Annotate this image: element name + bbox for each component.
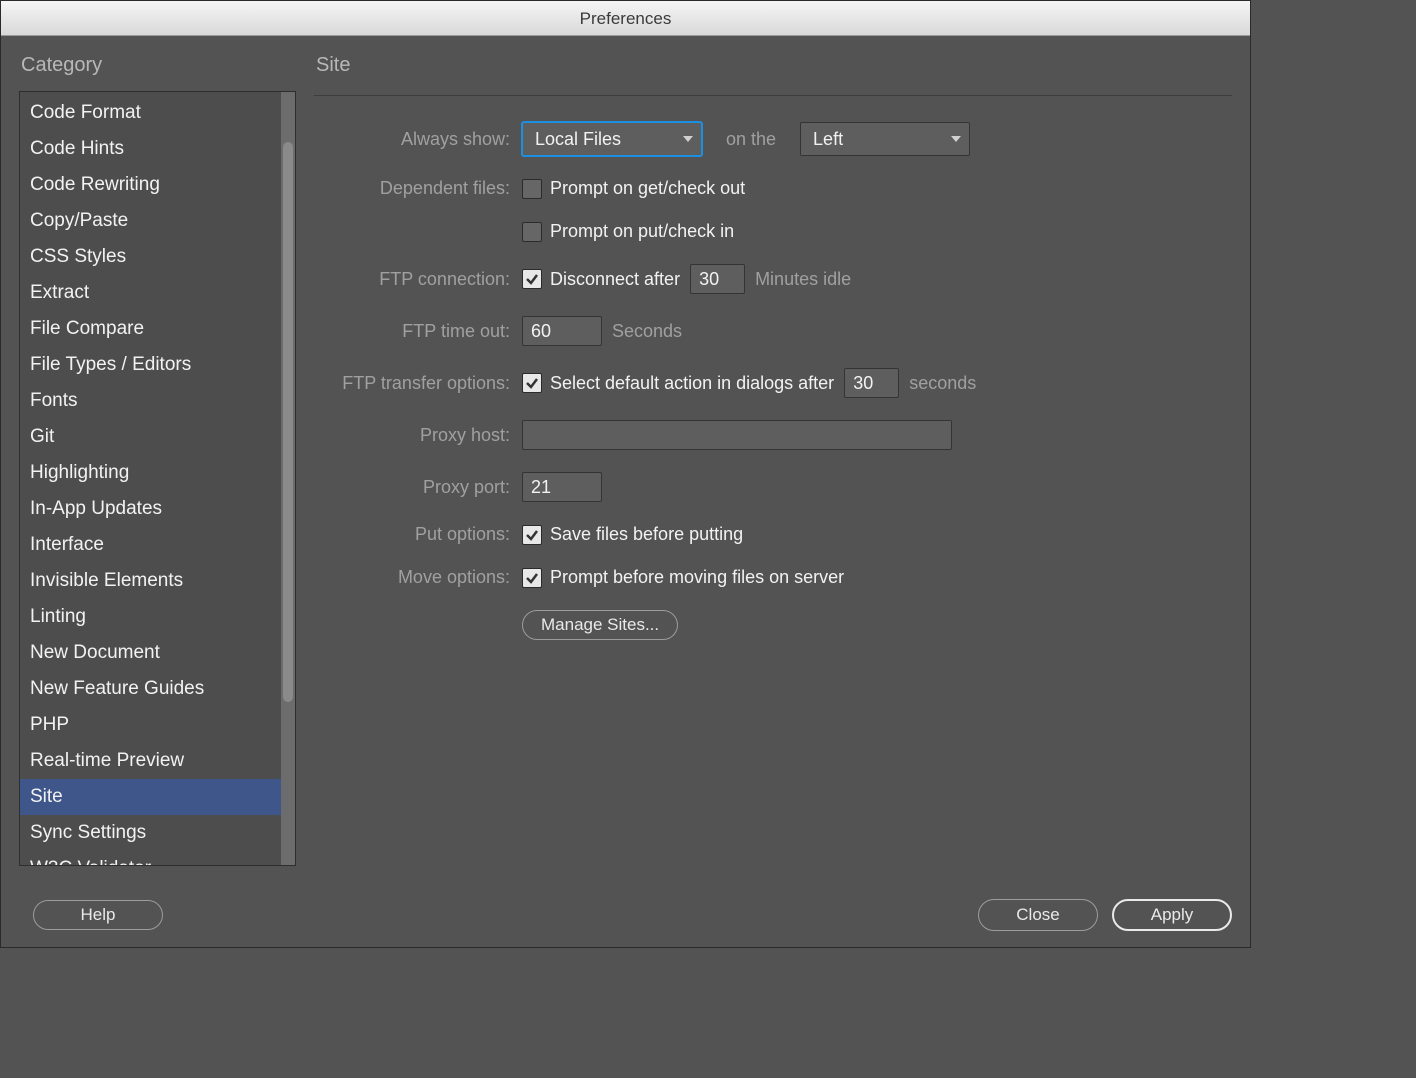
move-options-label: Move options: — [314, 567, 522, 588]
category-item[interactable]: Real-time Preview — [20, 743, 281, 779]
always-show-dropdown-left[interactable]: Local Files — [522, 122, 702, 156]
row-proxy-host: Proxy host: — [314, 420, 1232, 450]
category-item[interactable]: Site — [20, 779, 281, 815]
right-column: Site Always show: Local Files on the Lef… — [314, 54, 1232, 947]
category-item[interactable]: Interface — [20, 527, 281, 563]
save-before-put-checkbox[interactable]: Save files before putting — [522, 524, 743, 545]
always-show-between: on the — [712, 129, 790, 150]
put-options-label: Put options: — [314, 524, 522, 545]
category-item[interactable]: Git — [20, 419, 281, 455]
check-icon — [525, 528, 539, 542]
ftp-default-action-suffix: seconds — [909, 373, 976, 394]
category-item[interactable]: New Feature Guides — [20, 671, 281, 707]
category-item[interactable]: File Types / Editors — [20, 347, 281, 383]
category-item[interactable]: Code Rewriting — [20, 167, 281, 203]
content: Category Code FormatCode HintsCode Rewri… — [1, 36, 1250, 947]
left-column: Category Code FormatCode HintsCode Rewri… — [19, 54, 314, 947]
check-icon — [525, 376, 539, 390]
category-item[interactable]: Invisible Elements — [20, 563, 281, 599]
checkbox-icon — [522, 222, 542, 242]
apply-button[interactable]: Apply — [1112, 899, 1232, 931]
save-before-put-label: Save files before putting — [550, 524, 743, 545]
category-item[interactable]: Sync Settings — [20, 815, 281, 851]
help-button[interactable]: Help — [33, 900, 163, 930]
ftp-disconnect-label: Disconnect after — [550, 269, 680, 290]
chevron-down-icon — [951, 136, 961, 142]
prompt-get-checkbox[interactable]: Prompt on get/check out — [522, 178, 745, 199]
always-show-left-value: Local Files — [535, 129, 621, 150]
ftp-connection-label: FTP connection: — [314, 269, 522, 290]
checkbox-icon — [522, 568, 542, 588]
row-dependent-get: Dependent files: Prompt on get/check out — [314, 178, 1232, 199]
proxy-host-label: Proxy host: — [314, 425, 522, 446]
row-move-options: Move options: Prompt before moving files… — [314, 567, 1232, 588]
category-item[interactable]: Fonts — [20, 383, 281, 419]
dependent-files-label: Dependent files: — [314, 178, 522, 199]
category-scrollbar[interactable] — [281, 92, 295, 865]
ftp-default-action-checkbox[interactable]: Select default action in dialogs after — [522, 373, 834, 394]
category-item[interactable]: Code Format — [20, 95, 281, 131]
checkbox-icon — [522, 373, 542, 393]
proxy-port-label: Proxy port: — [314, 477, 522, 498]
ftp-default-action-seconds-input[interactable]: 30 — [844, 368, 899, 398]
category-item[interactable]: File Compare — [20, 311, 281, 347]
ftp-transfer-options-label: FTP transfer options: — [314, 373, 522, 394]
category-list-wrap: Code FormatCode HintsCode RewritingCopy/… — [19, 91, 296, 866]
proxy-port-input[interactable]: 21 — [522, 472, 602, 502]
check-icon — [525, 272, 539, 286]
ftp-disconnect-checkbox[interactable]: Disconnect after — [522, 269, 680, 290]
category-item[interactable]: In-App Updates — [20, 491, 281, 527]
row-ftp-transfer-options: FTP transfer options: Select default act… — [314, 368, 1232, 398]
category-item[interactable]: Code Hints — [20, 131, 281, 167]
ftp-timeout-label: FTP time out: — [314, 321, 522, 342]
panel-divider — [314, 95, 1232, 96]
row-proxy-port: Proxy port: 21 — [314, 472, 1232, 502]
check-icon — [525, 571, 539, 585]
row-put-options: Put options: Save files before putting — [314, 524, 1232, 545]
always-show-dropdown-right[interactable]: Left — [800, 122, 970, 156]
checkbox-icon — [522, 269, 542, 289]
category-item[interactable]: New Document — [20, 635, 281, 671]
category-item[interactable]: Linting — [20, 599, 281, 635]
window-title: Preferences — [580, 9, 672, 28]
titlebar: Preferences — [1, 1, 1250, 36]
close-button[interactable]: Close — [978, 899, 1098, 931]
panel-header: Site — [314, 54, 1232, 91]
ftp-default-action-label: Select default action in dialogs after — [550, 373, 834, 394]
checkbox-icon — [522, 525, 542, 545]
category-scrollbar-thumb[interactable] — [283, 142, 293, 702]
prompt-put-checkbox[interactable]: Prompt on put/check in — [522, 221, 734, 242]
always-show-right-value: Left — [813, 129, 843, 150]
ftp-timeout-suffix: Seconds — [612, 321, 682, 342]
ftp-timeout-input[interactable]: 60 — [522, 316, 602, 346]
chevron-down-icon — [683, 136, 693, 142]
prompt-before-move-label: Prompt before moving files on server — [550, 567, 844, 588]
prompt-put-label: Prompt on put/check in — [550, 221, 734, 242]
row-dependent-put: Prompt on put/check in — [314, 221, 1232, 242]
proxy-host-input[interactable] — [522, 420, 952, 450]
checkbox-icon — [522, 179, 542, 199]
prompt-get-label: Prompt on get/check out — [550, 178, 745, 199]
ftp-disconnect-minutes-input[interactable]: 30 — [690, 264, 745, 294]
category-header: Category — [19, 54, 296, 91]
category-item[interactable]: PHP — [20, 707, 281, 743]
category-item[interactable]: W3C Validator — [20, 851, 281, 865]
manage-sites-button[interactable]: Manage Sites... — [522, 610, 678, 640]
row-ftp-connection: FTP connection: Disconnect after 30 Minu… — [314, 264, 1232, 294]
category-item[interactable]: CSS Styles — [20, 239, 281, 275]
category-item[interactable]: Extract — [20, 275, 281, 311]
site-prefs-form: Always show: Local Files on the Left Dep… — [314, 122, 1232, 662]
ftp-disconnect-suffix: Minutes idle — [755, 269, 851, 290]
prompt-before-move-checkbox[interactable]: Prompt before moving files on server — [522, 567, 844, 588]
category-list[interactable]: Code FormatCode HintsCode RewritingCopy/… — [20, 92, 281, 865]
always-show-label: Always show: — [314, 129, 522, 150]
row-ftp-timeout: FTP time out: 60 Seconds — [314, 316, 1232, 346]
category-item[interactable]: Highlighting — [20, 455, 281, 491]
category-item[interactable]: Copy/Paste — [20, 203, 281, 239]
footer: Help Close Apply — [19, 899, 1232, 931]
row-manage-sites: Manage Sites... — [314, 610, 1232, 640]
row-always-show: Always show: Local Files on the Left — [314, 122, 1232, 156]
